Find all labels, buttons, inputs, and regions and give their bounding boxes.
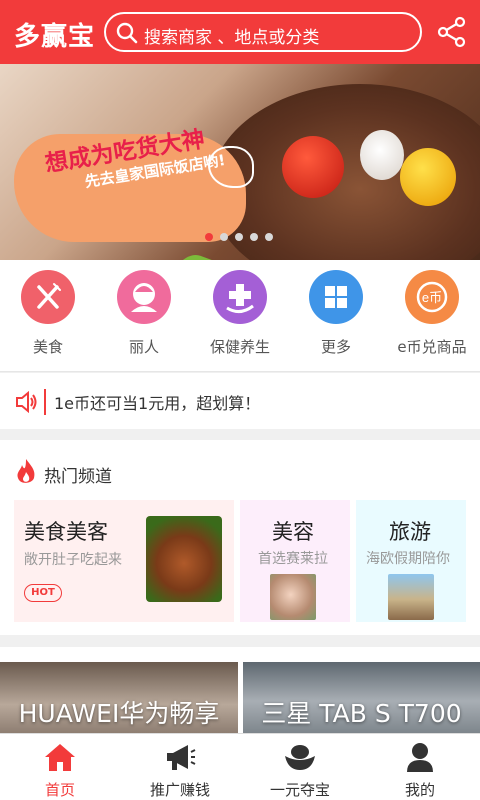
banner-dot[interactable] [220,233,228,241]
notice-divider [44,389,46,415]
beauty-thumbnail [270,574,316,620]
notice-text: 1e币还可当1元用，超划算！ [54,394,261,413]
card-subtitle: 敞开肚子吃起来 [24,552,122,568]
category-label: e币兑商品 [397,338,467,356]
search-box[interactable]: 搜索商家 、地点或分类 [104,12,422,52]
card-subtitle: 首选赛莱拉 [258,551,328,567]
health-plus-icon [213,270,267,324]
treasure-icon [285,745,315,770]
red-pepper-image [282,136,344,198]
travel-thumbnail [388,574,434,620]
banner-pagination [205,226,280,245]
nav-treasure[interactable]: 一元夺宝 [240,734,360,800]
ad-text: 三星 TAB S T700 [261,699,462,728]
svg-text:e币: e币 [422,290,442,305]
card-title: 美容 [272,520,314,544]
hot-channels-section: 热门频道 美食美客 敞开肚子吃起来 HOT 美容 首选赛莱拉 旅游 海欧假期陪你 [0,440,480,635]
ad-text: HUAWEI华为畅享 [18,699,220,728]
category-grid: 美食 丽人 保健养生 更多 e币 e币兑商品 [0,260,480,372]
yellow-pepper-image [400,148,456,206]
share-icon[interactable] [436,16,468,48]
nav-label: 一元夺宝 [269,781,330,799]
nav-promote[interactable]: 推广赚钱 [120,734,240,800]
nav-mine[interactable]: 我的 [360,734,480,800]
banner-dot[interactable] [265,233,273,241]
search-icon [116,22,138,44]
nav-home[interactable]: 首页 [0,734,120,800]
hot-badge: HOT [24,584,62,602]
fork-knife-icon [21,270,75,324]
category-label: 保健养生 [209,338,270,356]
category-beauty[interactable]: 丽人 [96,270,192,357]
user-icon [407,743,433,772]
leaf-image [160,248,220,260]
card-title: 旅游 [389,520,431,544]
category-food[interactable]: 美食 [0,270,96,357]
ad-huawei[interactable]: HUAWEI华为畅享 [0,662,238,733]
grid-icon [309,270,363,324]
channel-card-beauty[interactable]: 美容 首选赛莱拉 [240,500,350,622]
category-more[interactable]: 更多 [288,270,384,357]
home-icon [45,744,75,771]
bottom-nav: 首页 推广赚钱 一元夺宝 我的 [0,733,480,800]
card-title: 美食美客 [24,520,108,544]
ad-samsung[interactable]: 三星 TAB S T700 [243,662,480,733]
channel-card-food[interactable]: 美食美客 敞开肚子吃起来 HOT [14,500,234,622]
app-logo: 多赢宝 [14,22,96,52]
speaker-icon [16,391,37,413]
category-label: 美食 [32,338,63,356]
card-subtitle: 海欧假期陪你 [366,551,450,567]
woman-icon [117,270,171,324]
food-dish-image [146,516,222,602]
e-coin-icon: e币 [405,270,459,324]
banner-dot[interactable] [205,233,213,241]
banner-dot[interactable] [235,233,243,241]
category-label: 丽人 [128,338,159,356]
onion-image [360,130,404,180]
flame-icon [17,459,35,483]
category-health[interactable]: 保健养生 [192,270,288,357]
nav-label: 推广赚钱 [149,781,210,799]
app-header: 多赢宝 搜索商家 、地点或分类 [0,0,480,64]
hot-section-title: 热门频道 [44,467,112,487]
nav-label: 首页 [44,781,75,799]
category-label: 更多 [320,338,351,356]
megaphone-icon [167,745,196,770]
product-ads: HUAWEI华为畅享 三星 TAB S T700 [0,647,480,733]
nav-label: 我的 [404,781,435,799]
banner-dot[interactable] [250,233,258,241]
channel-card-travel[interactable]: 旅游 海欧假期陪你 [356,500,466,622]
category-ecoin[interactable]: e币 e币兑商品 [384,270,480,357]
search-placeholder: 搜索商家 、地点或分类 [144,28,320,48]
notice-bar[interactable]: 1e币还可当1元用，超划算！ [0,373,480,429]
